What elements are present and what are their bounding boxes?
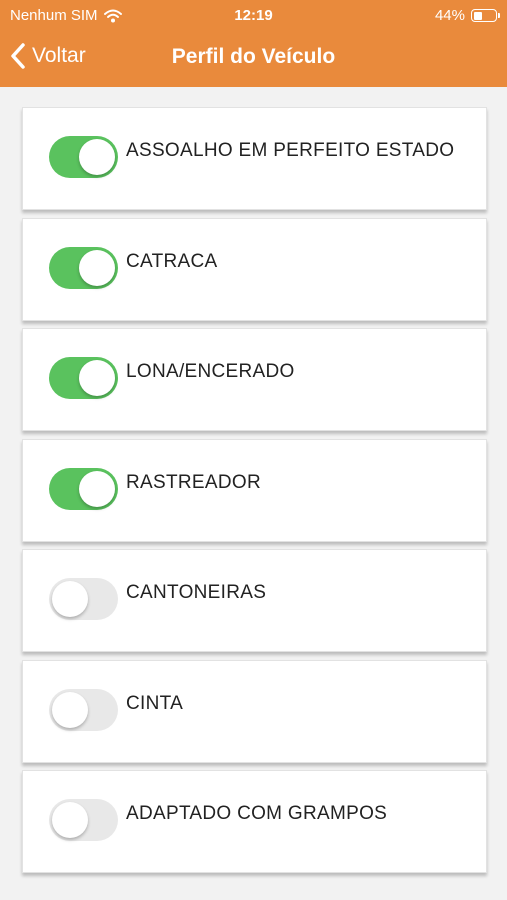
option-label: CANTONEIRAS	[126, 582, 267, 603]
option-toggle[interactable]	[49, 467, 118, 510]
option-toggle[interactable]	[49, 578, 118, 620]
battery-status: 44%	[434, 7, 500, 24]
status-bar: Nenhum SIM 12:19 44%	[0, 0, 507, 32]
option-toggle[interactable]	[49, 246, 118, 289]
option-label: CATRACA	[126, 250, 218, 272]
option-card: RASTREADOR	[22, 438, 487, 542]
battery-level-fill	[473, 11, 483, 20]
option-card: LONA/ENCERADO	[22, 328, 487, 431]
battery-icon	[471, 9, 500, 22]
option-card: CANTONEIRAS	[22, 549, 487, 652]
toggle-knob	[79, 360, 115, 396]
option-card: CINTA	[22, 659, 487, 763]
toggle-knob	[52, 802, 88, 838]
option-label: CINTA	[126, 692, 184, 714]
option-label: RASTREADOR	[126, 471, 261, 493]
option-toggle[interactable]	[49, 357, 118, 399]
toggle-knob	[79, 249, 115, 286]
navigation-bar: Voltar Perfil do Veículo	[0, 32, 507, 87]
option-label: ADAPTADO COM GRAMPOS	[126, 803, 388, 824]
option-toggle[interactable]	[49, 799, 118, 841]
app-header: Nenhum SIM 12:19 44% Voltar Perfil do Ve…	[0, 0, 507, 87]
toggle-knob	[52, 581, 88, 617]
toggle-knob	[52, 691, 88, 728]
option-label: ASSOALHO EM PERFEITO ESTADO	[126, 140, 455, 161]
option-toggle[interactable]	[49, 136, 118, 178]
vehicle-options-list: ASSOALHO EM PERFEITO ESTADO CATRACA LONA/E…	[22, 107, 487, 881]
clock: 12:19	[234, 7, 273, 24]
option-label: LONA/ENCERADO	[126, 361, 295, 382]
option-toggle[interactable]	[49, 688, 118, 731]
page-title: Perfil do Veículo	[171, 45, 336, 68]
option-card: CATRACA	[22, 217, 487, 321]
toggle-knob	[79, 470, 115, 507]
option-card: ASSOALHO EM PERFEITO ESTADO	[22, 107, 487, 210]
option-card: ADAPTADO COM GRAMPOS	[22, 770, 487, 873]
toggle-knob	[79, 139, 115, 175]
battery-percent: 44%	[434, 7, 465, 24]
